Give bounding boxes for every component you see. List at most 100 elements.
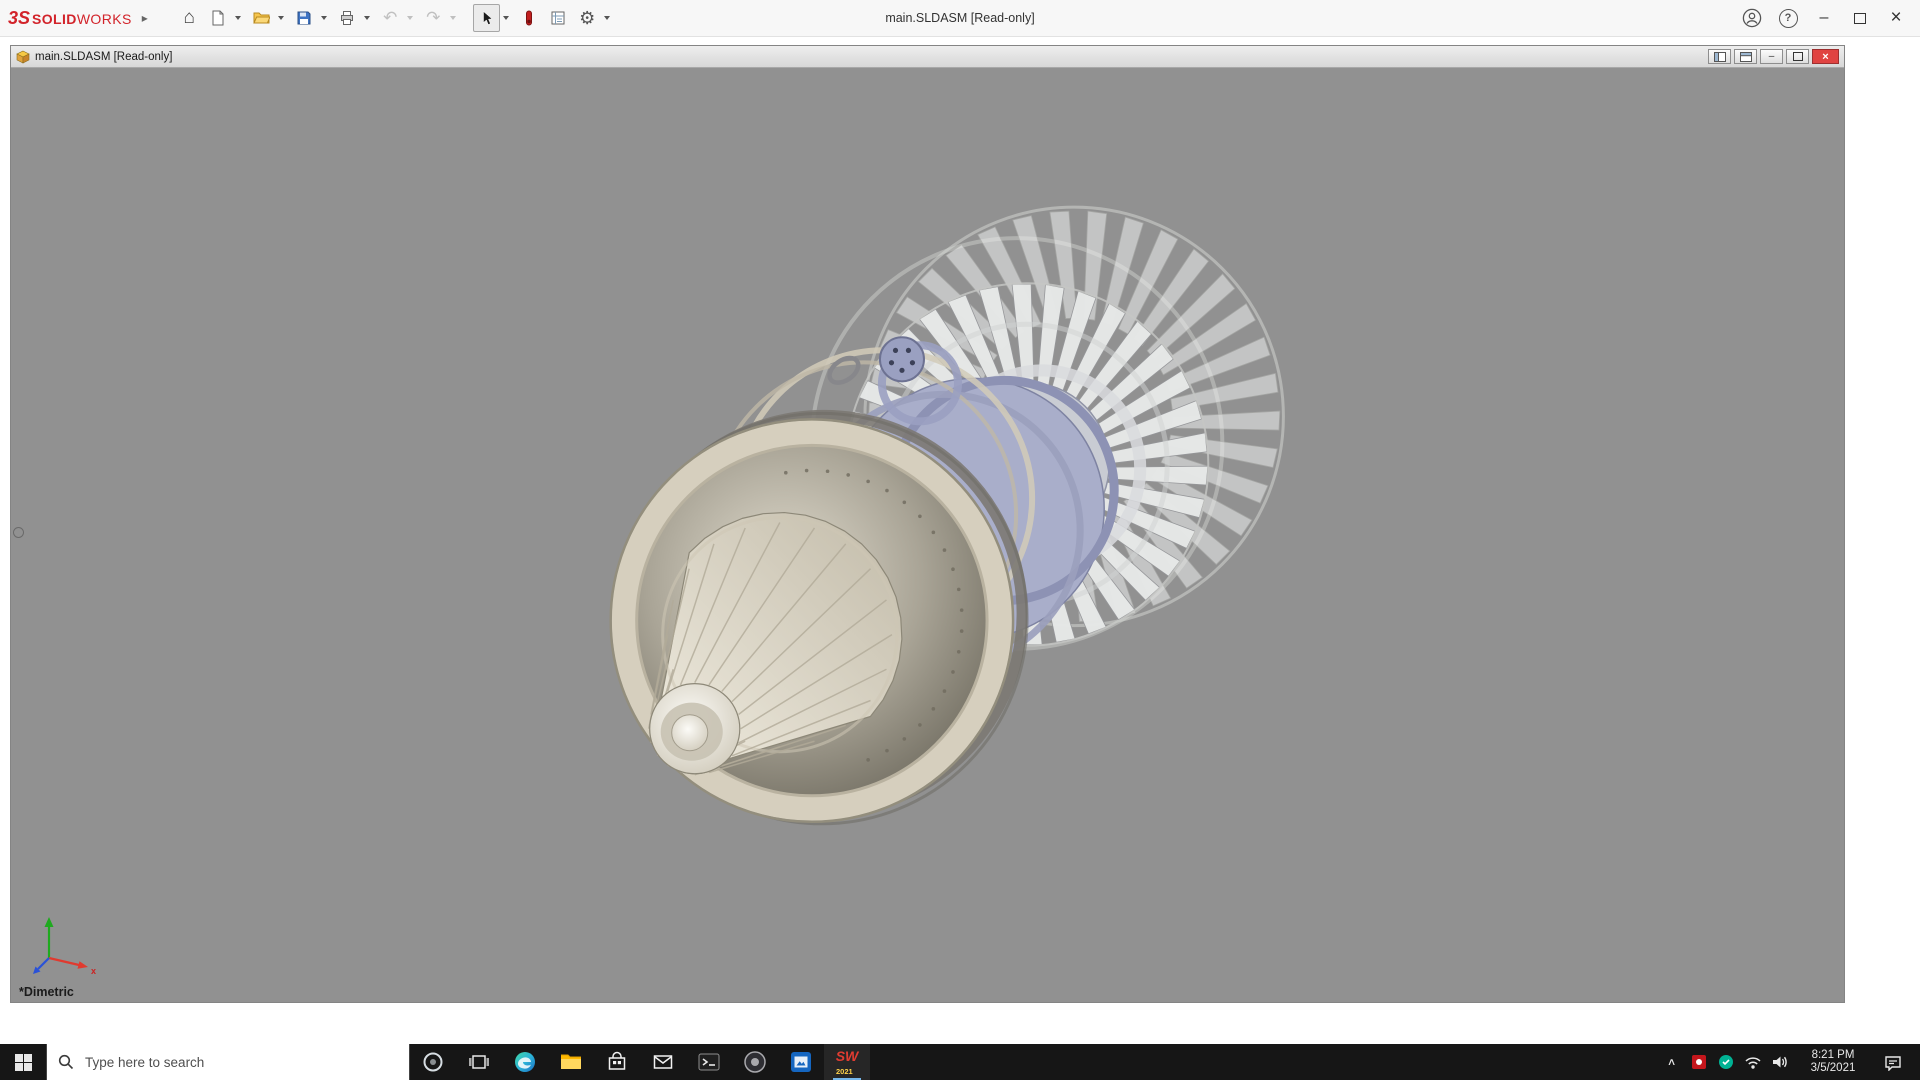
print-button[interactable] — [334, 4, 361, 32]
account-icon — [1742, 8, 1762, 28]
rebuild-button[interactable] — [516, 4, 543, 32]
pane-left-icon — [1713, 51, 1726, 62]
quick-access-toolbar: ⌂ ↶ ↷ ⚙ — [176, 4, 615, 32]
task-view-button[interactable] — [456, 1044, 502, 1080]
select-tool-button[interactable] — [472, 4, 500, 32]
rebuild-stoplight-icon — [526, 10, 533, 26]
help-icon: ? — [1778, 8, 1798, 28]
action-center-button[interactable] — [1873, 1044, 1913, 1080]
media-app-icon — [744, 1051, 766, 1073]
solidworks-app-icon: SW 2021 — [835, 1048, 859, 1076]
redo-icon: ↷ — [426, 8, 441, 27]
wifi-icon — [1744, 1057, 1761, 1069]
redo-button[interactable]: ↷ — [420, 4, 447, 32]
home-button[interactable]: ⌂ — [176, 4, 203, 32]
windows-taskbar: SW 2021 ∧ 8:21 PM 3/5/2021 — [0, 1044, 1920, 1080]
document-window-title: main.SLDASM [Read-only] — [35, 50, 173, 63]
taskbar-app-mail[interactable] — [640, 1044, 686, 1080]
security-shield-icon — [1691, 1055, 1706, 1069]
new-document-dropdown[interactable] — [234, 16, 241, 20]
open-dropdown[interactable] — [277, 16, 284, 20]
undo-button[interactable]: ↶ — [377, 4, 404, 32]
save-button[interactable] — [291, 4, 318, 32]
undo-icon: ↶ — [383, 8, 398, 27]
document-window-titlebar[interactable]: main.SLDASM [Read-only] – × — [11, 46, 1844, 68]
save-icon — [297, 11, 311, 25]
terminal-icon — [698, 1053, 720, 1071]
file-properties-icon — [551, 11, 565, 25]
mdi-workspace: main.SLDASM [Read-only] – × x *Dimetric — [0, 36, 1920, 1044]
print-dropdown[interactable] — [363, 16, 370, 20]
clock-date: 3/5/2021 — [1810, 1062, 1856, 1074]
tray-icon-volume[interactable] — [1766, 1044, 1793, 1080]
open-folder-icon — [252, 12, 270, 24]
solidworks-logo-mark: 3S — [8, 7, 31, 28]
new-document-button[interactable] — [205, 4, 232, 32]
app-titlebar: 3S SOLID WORKS ▸ ⌂ ↶ ↷ ⚙ main.SLDASM [Re… — [0, 0, 1920, 37]
close-button[interactable]: × — [1880, 4, 1912, 32]
app-window-title: main.SLDASM [Read-only] — [885, 11, 1035, 25]
select-tool-dropdown[interactable] — [502, 16, 509, 20]
start-button[interactable] — [0, 1044, 46, 1080]
assembly-document-icon — [16, 50, 30, 63]
taskbar-app-terminal[interactable] — [686, 1044, 732, 1080]
panel-collapse-handle[interactable] — [13, 527, 24, 538]
taskbar-app-store[interactable] — [594, 1044, 640, 1080]
tray-icon-network[interactable] — [1739, 1044, 1766, 1080]
document-close-button[interactable]: × — [1812, 49, 1839, 64]
minimize-icon: – — [1819, 9, 1829, 26]
document-minimize-icon: – — [1768, 50, 1775, 62]
cortana-icon — [423, 1052, 443, 1072]
tray-icon-security[interactable] — [1685, 1044, 1712, 1080]
pane-toggle-left-button[interactable] — [1708, 49, 1731, 64]
speaker-icon — [1772, 1056, 1787, 1068]
cortana-button[interactable] — [410, 1044, 456, 1080]
search-input[interactable] — [83, 1053, 398, 1071]
document-window: main.SLDASM [Read-only] – × x *Dimetric — [10, 45, 1845, 1003]
taskbar-search[interactable] — [46, 1044, 410, 1080]
clock-time: 8:21 PM — [1811, 1048, 1855, 1061]
task-view-icon — [469, 1055, 489, 1069]
photos-app-icon — [791, 1052, 811, 1072]
3d-model-jet-engine[interactable] — [11, 68, 1844, 1002]
document-close-icon: × — [1822, 50, 1829, 63]
options-dropdown[interactable] — [603, 16, 610, 20]
file-explorer-icon — [561, 1054, 581, 1069]
taskbar-app-photos[interactable] — [778, 1044, 824, 1080]
system-tray: ∧ 8:21 PM 3/5/2021 — [1658, 1044, 1920, 1080]
file-properties-button[interactable] — [545, 4, 572, 32]
taskbar-clock[interactable]: 8:21 PM 3/5/2021 — [1793, 1049, 1873, 1076]
solidworks-logo-text-bold: SOLID — [32, 10, 77, 27]
close-icon: × — [1890, 7, 1902, 28]
window-controls: ? – × — [1736, 4, 1912, 32]
taskbar-apps: SW 2021 — [410, 1044, 870, 1080]
mail-icon — [653, 1055, 673, 1069]
open-button[interactable] — [248, 4, 275, 32]
redo-dropdown[interactable] — [449, 16, 456, 20]
taskbar-app-solidworks[interactable]: SW 2021 — [824, 1044, 870, 1080]
graphics-viewport[interactable]: x *Dimetric — [11, 68, 1844, 1002]
pane-top-icon — [1739, 51, 1752, 62]
taskbar-app-file-explorer[interactable] — [548, 1044, 594, 1080]
minimize-button[interactable]: – — [1808, 4, 1840, 32]
restore-button[interactable] — [1844, 4, 1876, 32]
taskbar-app-media[interactable] — [732, 1044, 778, 1080]
print-icon — [341, 11, 354, 25]
home-icon: ⌂ — [183, 7, 195, 28]
help-button[interactable]: ? — [1772, 4, 1804, 32]
taskbar-app-edge[interactable] — [502, 1044, 548, 1080]
status-check-icon — [1718, 1055, 1733, 1069]
pane-toggle-top-button[interactable] — [1734, 49, 1757, 64]
solidworks-logo[interactable]: 3S SOLID WORKS — [8, 8, 132, 29]
action-center-icon — [1885, 1055, 1901, 1071]
save-dropdown[interactable] — [320, 16, 327, 20]
tray-icon-status[interactable] — [1712, 1044, 1739, 1080]
undo-dropdown[interactable] — [406, 16, 413, 20]
account-button[interactable] — [1736, 4, 1768, 32]
document-restore-button[interactable] — [1786, 49, 1809, 64]
toolbar-expand-arrow[interactable]: ▸ — [136, 4, 154, 32]
tray-expand-button[interactable]: ∧ — [1658, 1044, 1685, 1080]
options-button[interactable]: ⚙ — [574, 4, 601, 32]
document-minimize-button[interactable]: – — [1760, 49, 1783, 64]
search-icon — [58, 1054, 74, 1070]
